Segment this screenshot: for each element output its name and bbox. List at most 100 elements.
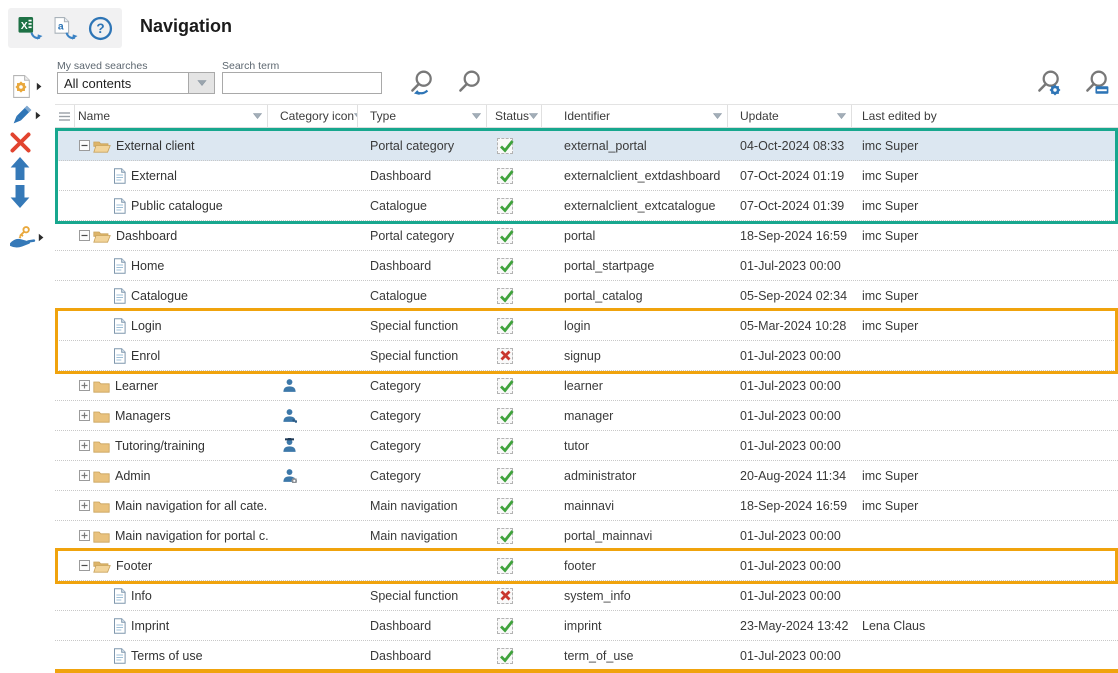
cell-update: 01-Jul-2023 00:00	[728, 251, 852, 280]
cell-identifier: tutor	[542, 431, 728, 460]
row-handle-cell	[55, 641, 75, 670]
cell-type: Dashboard	[358, 251, 487, 280]
assign-rights-icon[interactable]	[9, 225, 44, 250]
table-row[interactable]: External clientPortal categoryexternal_p…	[55, 131, 1118, 161]
table-row[interactable]: EnrolSpecial functionsignup01-Jul-2023 0…	[55, 341, 1118, 371]
cell-status	[487, 431, 542, 460]
cell-name: Tutoring/training	[75, 431, 268, 460]
text-export-icon[interactable]: a	[52, 16, 80, 41]
column-header-status[interactable]: Status	[487, 105, 542, 127]
cell-category-icon	[268, 581, 358, 610]
item-name: Admin	[115, 469, 150, 483]
edit-icon[interactable]	[9, 104, 41, 128]
cell-name: Login	[75, 311, 268, 340]
cell-identifier: portal_startpage	[542, 251, 728, 280]
cell-last-edited-by: imc Super	[852, 191, 1118, 220]
cell-identifier: portal_mainnavi	[542, 521, 728, 550]
column-header-caticon[interactable]: Category icon	[268, 105, 358, 127]
column-header-name[interactable]: Name	[75, 105, 268, 127]
table-row[interactable]: ManagersCategorymanager01-Jul-2023 00:00	[55, 401, 1118, 431]
collapse-toggle-icon[interactable]	[79, 230, 90, 241]
expand-toggle-icon[interactable]	[79, 380, 90, 391]
cell-identifier: portal	[542, 221, 728, 250]
column-header-lastby[interactable]: Last edited by	[852, 105, 1118, 127]
cell-last-edited-by	[852, 551, 1118, 580]
table-row[interactable]: Main navigation for all cate...Main navi…	[55, 491, 1118, 521]
status-active-icon	[497, 438, 513, 454]
delete-icon[interactable]	[9, 131, 32, 154]
move-up-icon[interactable]	[9, 156, 31, 181]
row-handle-cell	[55, 491, 75, 520]
cell-identifier: login	[542, 311, 728, 340]
folder-open-icon	[93, 229, 111, 243]
search-reset-icon[interactable]	[407, 69, 435, 97]
help-icon[interactable]: ?	[88, 16, 113, 41]
table-row[interactable]: LoginSpecial functionlogin05-Mar-2024 10…	[55, 311, 1118, 341]
table-row[interactable]: Terms of useDashboardterm_of_use01-Jul-2…	[55, 641, 1118, 671]
filter-arrow-icon[interactable]	[713, 113, 722, 119]
document-icon	[113, 168, 126, 184]
cell-identifier: manager	[542, 401, 728, 430]
table-row[interactable]: ExternalDashboardexternalclient_extdashb…	[55, 161, 1118, 191]
cell-name: Learner	[75, 371, 268, 400]
new-item-icon[interactable]	[9, 74, 42, 99]
cell-identifier: mainnavi	[542, 491, 728, 520]
cell-update: 20-Aug-2024 11:34	[728, 461, 852, 490]
cell-name: Catalogue	[75, 281, 268, 310]
cell-status	[487, 281, 542, 310]
filter-arrow-icon[interactable]	[529, 113, 538, 119]
search-icon[interactable]	[455, 69, 483, 97]
cell-last-edited-by: imc Super	[852, 311, 1118, 340]
cell-update: 01-Jul-2023 00:00	[728, 431, 852, 460]
cell-identifier: term_of_use	[542, 641, 728, 670]
expand-toggle-icon[interactable]	[79, 530, 90, 541]
table-row[interactable]: AdminCategoryadministrator20-Aug-2024 11…	[55, 461, 1118, 491]
collapse-toggle-icon[interactable]	[79, 560, 90, 571]
column-header-update[interactable]: Update	[728, 105, 852, 127]
row-handle-cell	[55, 161, 75, 190]
chevron-down-icon[interactable]	[188, 73, 214, 93]
status-inactive-icon	[497, 588, 513, 604]
item-name: Managers	[115, 409, 171, 423]
table-row[interactable]: CatalogueCatalogueportal_catalog05-Sep-2…	[55, 281, 1118, 311]
move-down-icon[interactable]	[9, 184, 31, 209]
collapse-toggle-icon[interactable]	[79, 140, 90, 151]
flyout-arrow-icon[interactable]	[36, 78, 42, 96]
table-row[interactable]: LearnerCategorylearner01-Jul-2023 00:00	[55, 371, 1118, 401]
excel-export-icon[interactable]: X	[17, 16, 45, 41]
saved-searches-select[interactable]: All contents	[57, 72, 215, 94]
cell-category-icon	[268, 341, 358, 370]
table-row[interactable]: ImprintDashboardimprint23-May-2024 13:42…	[55, 611, 1118, 641]
table-row[interactable]: Footerfooter01-Jul-2023 00:00	[55, 551, 1118, 581]
expand-toggle-icon[interactable]	[79, 440, 90, 451]
table-row[interactable]: Main navigation for portal c...Main navi…	[55, 521, 1118, 551]
flyout-arrow-icon[interactable]	[38, 229, 44, 247]
column-header-identifier[interactable]: Identifier	[542, 105, 728, 127]
cell-last-edited-by	[852, 641, 1118, 670]
cell-type: Category	[358, 461, 487, 490]
column-label: Type	[370, 109, 396, 123]
table-row[interactable]: InfoSpecial functionsystem_info01-Jul-20…	[55, 581, 1118, 611]
item-name: Login	[131, 319, 162, 333]
flyout-arrow-icon[interactable]	[35, 107, 41, 125]
table-row[interactable]: DashboardPortal categoryportal18-Sep-202…	[55, 221, 1118, 251]
expand-toggle-icon[interactable]	[79, 500, 90, 511]
filter-arrow-icon[interactable]	[472, 113, 481, 119]
column-header-type[interactable]: Type	[358, 105, 487, 127]
cell-last-edited-by: imc Super	[852, 161, 1118, 190]
table-row[interactable]: Tutoring/trainingCategorytutor01-Jul-202…	[55, 431, 1118, 461]
expand-toggle-icon[interactable]	[79, 470, 90, 481]
document-icon	[113, 348, 126, 364]
expand-toggle-icon[interactable]	[79, 410, 90, 421]
table-row[interactable]: Public catalogueCatalogueexternalclient_…	[55, 191, 1118, 221]
filter-arrow-icon[interactable]	[837, 113, 846, 119]
search-settings-icon[interactable]	[1034, 69, 1062, 97]
filter-arrow-icon[interactable]	[253, 113, 262, 119]
table-row[interactable]: HomeDashboardportal_startpage01-Jul-2023…	[55, 251, 1118, 281]
search-term-input[interactable]	[222, 72, 382, 94]
status-active-icon	[497, 648, 513, 664]
saved-search-icon[interactable]	[1082, 69, 1110, 97]
document-icon	[113, 258, 126, 274]
cell-status	[487, 611, 542, 640]
cell-category-icon	[268, 371, 358, 400]
